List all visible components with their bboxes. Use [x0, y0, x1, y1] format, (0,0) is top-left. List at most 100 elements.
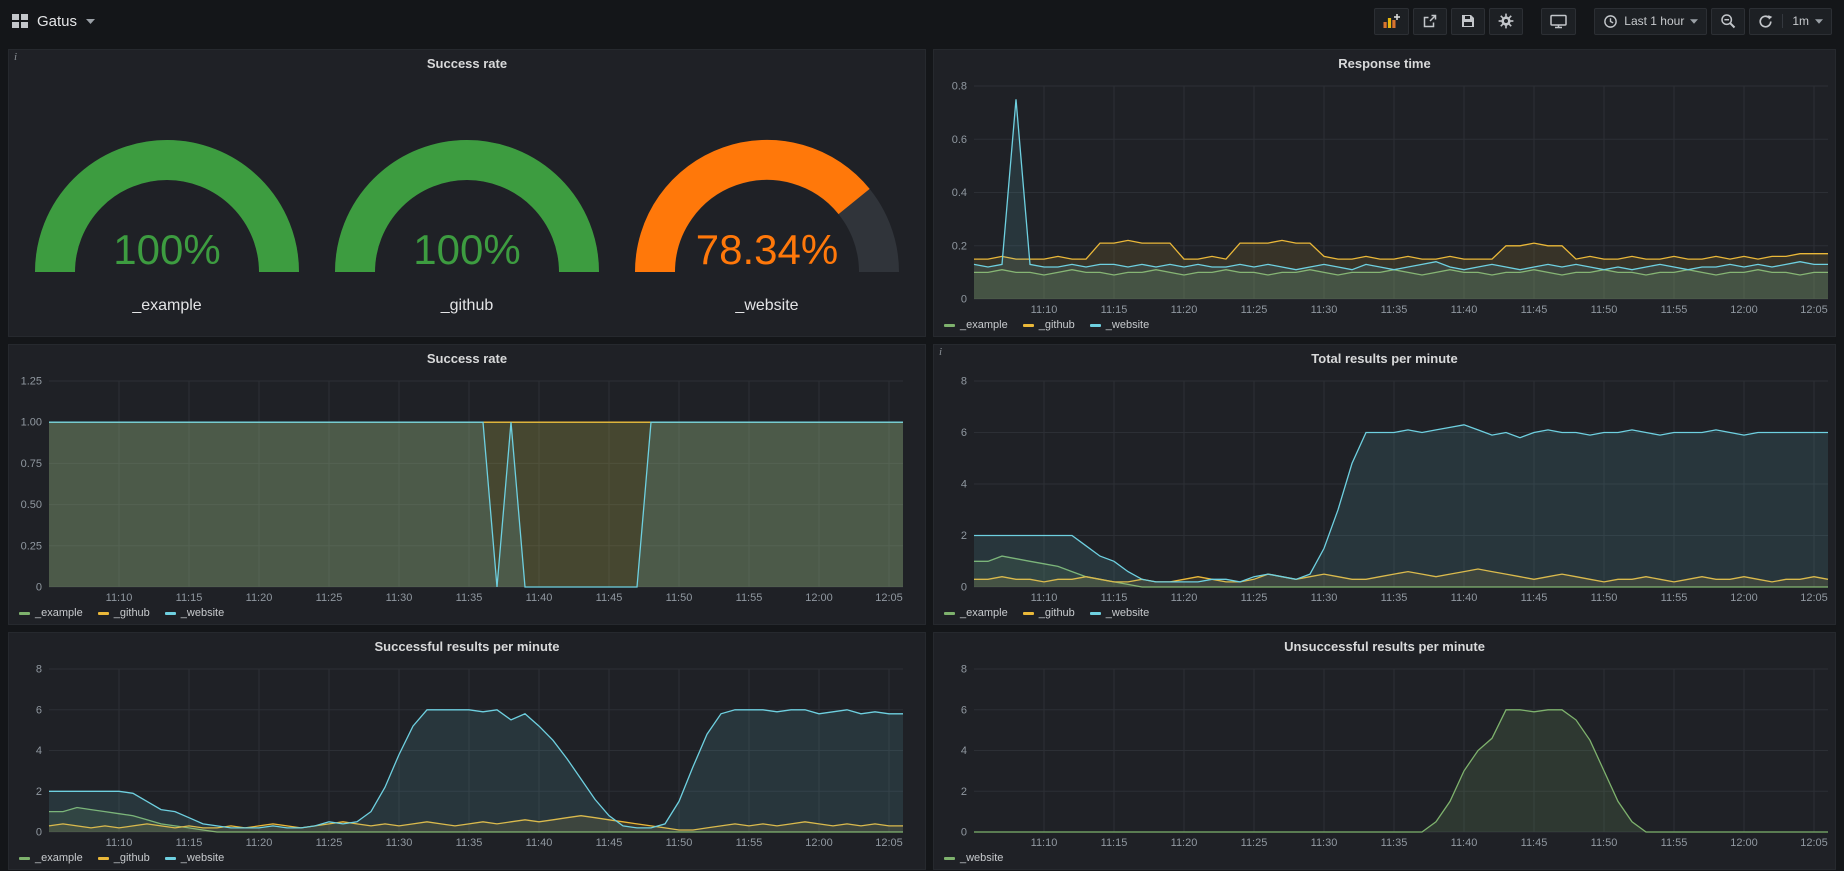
legend-swatch [165, 612, 176, 615]
y-tick-label: 4 [961, 479, 967, 491]
legend-item-_github[interactable]: _github [1023, 319, 1075, 331]
legend-item-_website[interactable]: _website [1090, 607, 1149, 619]
legend-item-_example[interactable]: _example [944, 607, 1008, 619]
chart-canvas-success-rate-timeseries[interactable]: 00.250.500.751.001.2511:1011:1511:2011:2… [9, 371, 917, 605]
legend-label: _github [114, 607, 150, 619]
save-dashboard-button[interactable] [1451, 8, 1485, 35]
chart-success-rate-timeseries[interactable]: 00.250.500.751.001.2511:1011:1511:2011:2… [9, 371, 925, 605]
x-tick-label: 11:50 [666, 592, 693, 604]
chart-total-results[interactable]: 0246811:1011:1511:2011:2511:3011:3511:40… [934, 371, 1835, 605]
time-range-label: Last 1 hour [1624, 14, 1684, 28]
refresh-button[interactable]: 1m [1749, 8, 1832, 35]
x-tick-label: 11:40 [526, 837, 553, 849]
time-range-button[interactable]: Last 1 hour [1594, 8, 1707, 35]
panel-success-rate-timeseries: Success rate 00.250.500.751.001.2511:101… [8, 344, 926, 625]
legend-item-_website[interactable]: _website [165, 852, 224, 864]
x-tick-label: 11:15 [176, 837, 203, 849]
chart-canvas-response-time[interactable]: 00.20.40.60.811:1011:1511:2011:2511:3011… [934, 76, 1842, 317]
x-tick-label: 11:20 [1171, 304, 1198, 316]
gauge-arc-_github: 100% [317, 96, 617, 294]
dashboard-title[interactable]: Gatus [37, 13, 77, 30]
y-tick-label: 0.8 [952, 81, 967, 93]
x-tick-label: 11:20 [246, 837, 273, 849]
y-tick-label: 0 [961, 582, 967, 594]
chart-canvas-unsuccessful-results-per-minute[interactable]: 0246811:1011:1511:2011:2511:3011:3511:40… [934, 659, 1842, 850]
legend-item-_github[interactable]: _github [1023, 607, 1075, 619]
legend-label: _website [1106, 607, 1149, 619]
legend-swatch [1023, 612, 1034, 615]
legend-item-_website[interactable]: _website [944, 852, 1003, 864]
dashboard-grid-icon[interactable] [12, 13, 28, 29]
series-area-_website [974, 99, 1828, 299]
y-tick-label: 0 [961, 827, 967, 839]
add-panel-button[interactable] [1374, 8, 1409, 35]
panel-header-successful-results[interactable]: Successful results per minute [9, 633, 925, 659]
x-tick-label: 11:55 [736, 837, 763, 849]
x-tick-label: 11:25 [1241, 592, 1268, 604]
y-tick-label: 8 [36, 664, 42, 676]
legend-label: _github [114, 852, 150, 864]
legend-label: _website [960, 852, 1003, 864]
refresh-interval-label: 1m [1792, 14, 1809, 28]
tv-mode-button[interactable] [1541, 8, 1576, 35]
gauge-value-text: 78.34% [696, 226, 838, 273]
legend-item-_example[interactable]: _example [944, 319, 1008, 331]
y-tick-label: 1.00 [21, 417, 42, 429]
info-icon[interactable]: i [939, 346, 942, 358]
legend-swatch [944, 612, 955, 615]
legend-label: _example [960, 319, 1008, 331]
legend-swatch [1023, 324, 1034, 327]
chart-canvas-total-results-per-minute[interactable]: 0246811:1011:1511:2011:2511:3011:3511:40… [934, 371, 1842, 605]
y-tick-label: 2 [961, 786, 967, 798]
x-tick-label: 11:25 [1241, 837, 1268, 849]
dashboard-settings-button[interactable] [1489, 8, 1523, 35]
y-tick-label: 1.25 [21, 376, 42, 388]
chart-unsuccessful-results[interactable]: 0246811:1011:1511:2011:2511:3011:3511:40… [934, 659, 1835, 850]
chart-successful-results[interactable]: 0246811:1011:1511:2011:2511:3011:3511:40… [9, 659, 925, 850]
y-tick-label: 6 [961, 704, 967, 716]
chevron-down-icon[interactable] [86, 19, 95, 24]
panel-header-response-time[interactable]: Response time [934, 50, 1835, 76]
gauges-row: 100%_example100%_github78.34%_website [9, 76, 925, 336]
share-dashboard-button[interactable] [1413, 8, 1447, 35]
y-tick-label: 2 [961, 530, 967, 542]
x-tick-label: 12:00 [805, 837, 833, 849]
panel-header-unsuccessful-results[interactable]: Unsuccessful results per minute [934, 633, 1835, 659]
panel-header-total-results[interactable]: Total results per minute [934, 345, 1835, 371]
series-area-_website [49, 710, 903, 832]
x-tick-label: 11:10 [1031, 837, 1058, 849]
x-tick-label: 11:15 [1101, 592, 1128, 604]
chevron-down-icon [1815, 19, 1823, 24]
legend-item-_website[interactable]: _website [1090, 319, 1149, 331]
y-tick-label: 4 [961, 745, 967, 757]
x-tick-label: 11:25 [316, 592, 343, 604]
y-tick-label: 0 [36, 827, 42, 839]
info-icon[interactable]: i [14, 51, 17, 63]
panel-response-time: Response time 00.20.40.60.811:1011:1511:… [933, 49, 1836, 337]
panel-header-success-rate-timeseries[interactable]: Success rate [9, 345, 925, 371]
x-tick-label: 12:05 [1800, 592, 1828, 604]
chart-canvas-successful-results-per-minute[interactable]: 0246811:1011:1511:2011:2511:3011:3511:40… [9, 659, 917, 850]
legend-item-_github[interactable]: _github [98, 607, 150, 619]
legend-item-_example[interactable]: _example [19, 852, 83, 864]
legend-item-_example[interactable]: _example [19, 607, 83, 619]
panel-successful-results: Successful results per minute 0246811:10… [8, 632, 926, 870]
panel-header-success-rate-gauges[interactable]: Success rate [9, 50, 925, 76]
clock-icon [1603, 14, 1618, 29]
x-tick-label: 11:30 [386, 592, 413, 604]
zoom-out-button[interactable] [1711, 8, 1745, 35]
y-tick-label: 6 [961, 427, 967, 439]
legend-item-_github[interactable]: _github [98, 852, 150, 864]
legend-swatch [944, 324, 955, 327]
legend-swatch [944, 857, 955, 860]
legend-label: _website [181, 607, 224, 619]
x-tick-label: 11:30 [386, 837, 413, 849]
legend-item-_website[interactable]: _website [165, 607, 224, 619]
series-line-_website [974, 710, 1828, 832]
gear-icon [1498, 13, 1514, 29]
x-tick-label: 12:05 [1800, 304, 1828, 316]
chart-response-time[interactable]: 00.20.40.60.811:1011:1511:2011:2511:3011… [934, 76, 1835, 317]
gauge-arc-_website: 78.34% [617, 96, 917, 294]
x-tick-label: 12:00 [1730, 304, 1758, 316]
legend-label: _website [1106, 319, 1149, 331]
